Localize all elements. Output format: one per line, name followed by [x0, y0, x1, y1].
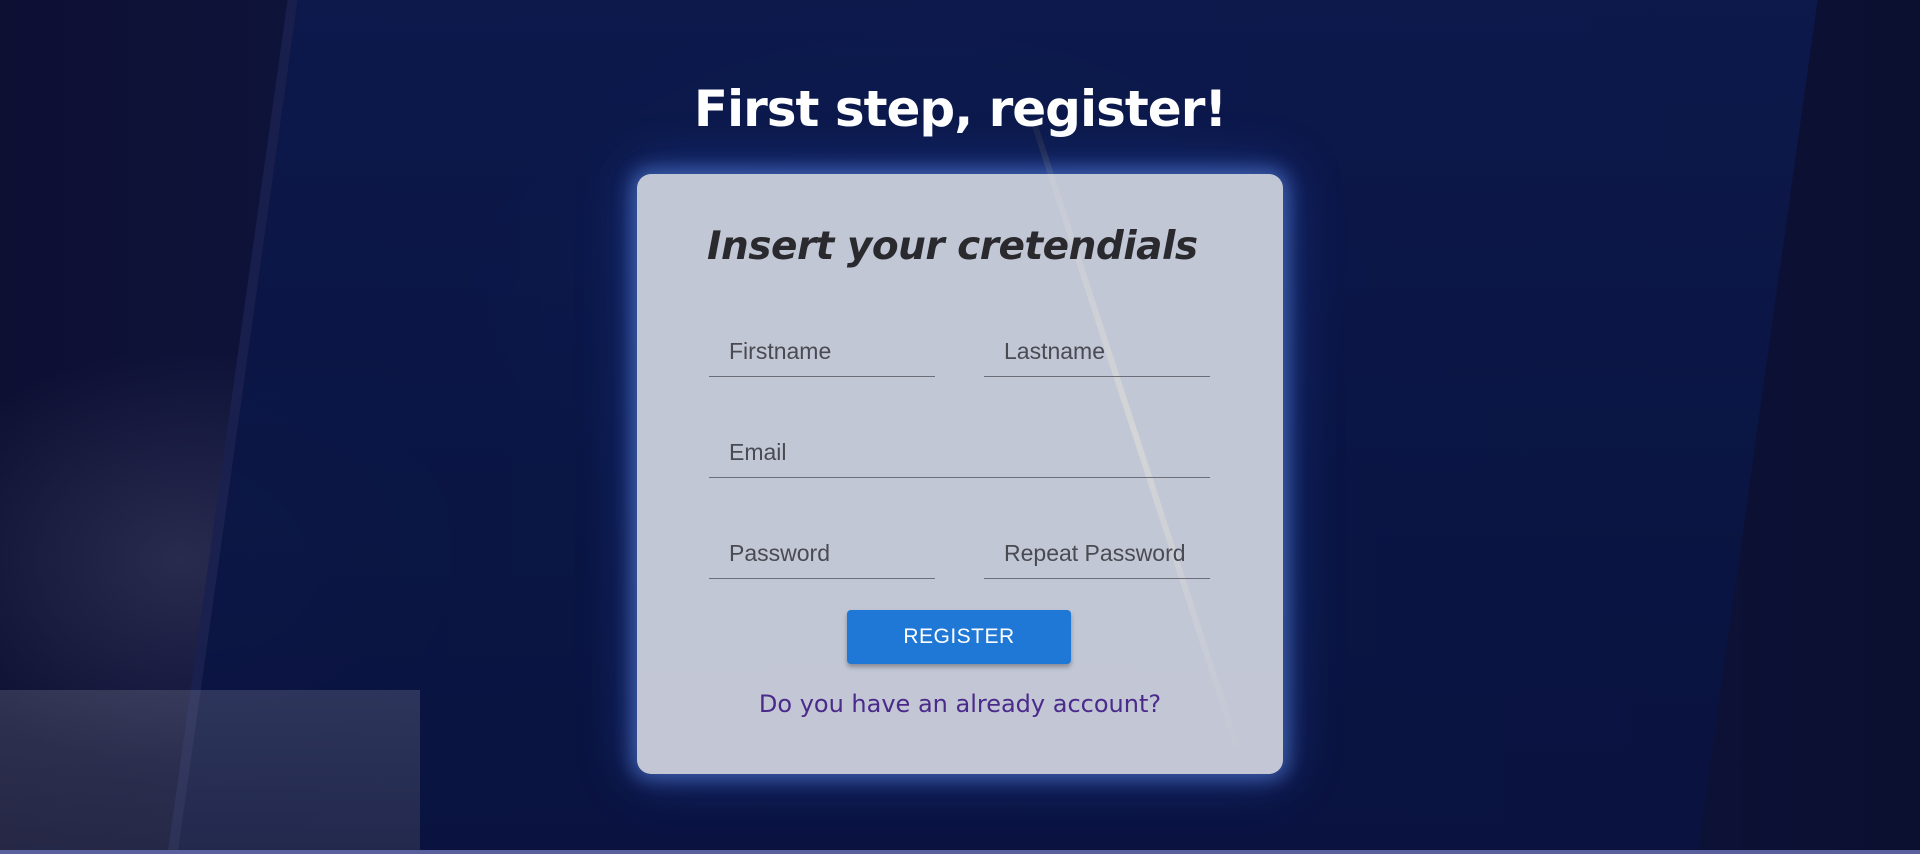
- background-bottom-edge: [0, 850, 1920, 854]
- page-title: First step, register!: [693, 80, 1227, 138]
- firstname-field[interactable]: [709, 327, 935, 377]
- password-field[interactable]: [709, 529, 935, 579]
- register-button[interactable]: REGISTER: [847, 610, 1071, 664]
- background-desk: [0, 690, 420, 854]
- register-form: Insert your cretendials REGISTER Do you …: [637, 174, 1283, 774]
- email-field[interactable]: [709, 428, 1210, 478]
- repeat-password-field[interactable]: [984, 529, 1210, 579]
- lastname-field[interactable]: [984, 327, 1210, 377]
- login-link[interactable]: Do you have an already account?: [637, 690, 1283, 718]
- form-heading: Insert your cretendials: [707, 224, 1198, 269]
